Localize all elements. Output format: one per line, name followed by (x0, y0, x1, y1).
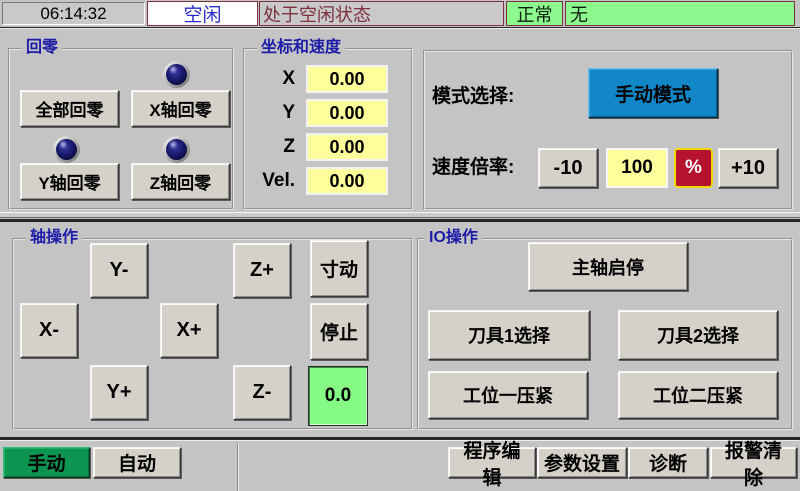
spindle-toggle-button[interactable]: 主轴启停 (528, 242, 688, 291)
manual-mode-button[interactable]: 手动模式 (588, 68, 718, 118)
percent-badge: % (674, 148, 713, 188)
x-minus-button[interactable]: X- (20, 303, 78, 358)
axis-panel-title: 轴操作 (26, 229, 82, 247)
section-separator-line (0, 219, 800, 222)
home-y-button[interactable]: Y轴回零 (20, 163, 119, 200)
param-settings-button[interactable]: 参数设置 (537, 447, 627, 478)
tool1-select-button[interactable]: 刀具1选择 (428, 310, 590, 360)
jog-step-value[interactable]: 0.0 (308, 366, 368, 426)
homing-panel-title: 回零 (22, 39, 62, 57)
home-x-button[interactable]: X轴回零 (131, 90, 230, 127)
alarm-clear-button[interactable]: 报警清除 (710, 447, 797, 478)
section-separator (0, 212, 800, 218)
station2-clamp-button[interactable]: 工位二压紧 (618, 371, 778, 419)
x-plus-button[interactable]: X+ (160, 303, 218, 358)
nav-separator (0, 437, 800, 441)
coords-panel-title: 坐标和速度 (257, 39, 345, 57)
z-plus-button[interactable]: Z+ (233, 243, 291, 298)
mode-select-label: 模式选择: (432, 82, 584, 106)
home-all-button[interactable]: 全部回零 (20, 90, 119, 127)
axis-label-vel: Vel. (245, 167, 301, 195)
axis-label-x: X (245, 65, 301, 93)
override-minus-button[interactable]: -10 (538, 148, 598, 188)
coord-value-y: 0.00 (306, 99, 388, 127)
home-z-button[interactable]: Z轴回零 (131, 163, 230, 200)
station1-clamp-button[interactable]: 工位一压紧 (428, 371, 588, 419)
axis-label-y: Y (245, 99, 301, 127)
io-panel-title: IO操作 (425, 229, 482, 247)
program-edit-button[interactable]: 程序编辑 (448, 447, 536, 478)
override-value: 100 (606, 148, 668, 188)
stop-button[interactable]: 停止 (310, 303, 368, 360)
state-message-box: 处于空闲状态 (259, 1, 504, 26)
axis-label-z: Z (245, 133, 301, 161)
y-homed-led-icon (53, 136, 80, 163)
diagnostics-button[interactable]: 诊断 (628, 447, 708, 478)
nav-divider-line (237, 443, 239, 491)
override-plus-button[interactable]: +10 (718, 148, 778, 188)
coord-value-z: 0.00 (306, 133, 388, 161)
tool2-select-button[interactable]: 刀具2选择 (618, 310, 778, 360)
y-minus-button[interactable]: Y- (90, 243, 148, 298)
alarm-state-box: 正常 (506, 1, 563, 26)
status-bar: 06:14:32 空闲 处于空闲状态 正常 无 (0, 0, 800, 27)
x-homed-led-icon (163, 61, 190, 88)
statusbar-divider (0, 27, 800, 29)
z-homed-led-icon (163, 136, 190, 163)
clock-display: 06:14:32 (2, 2, 145, 25)
y-plus-button[interactable]: Y+ (90, 365, 148, 420)
jog-mode-button[interactable]: 寸动 (310, 240, 368, 297)
z-minus-button[interactable]: Z- (233, 365, 291, 420)
coord-value-vel: 0.00 (306, 167, 388, 195)
coord-value-x: 0.00 (306, 65, 388, 93)
auto-tab[interactable]: 自动 (93, 447, 181, 478)
alarm-message-box: 无 (565, 1, 795, 26)
machine-state-box: 空闲 (147, 1, 258, 26)
manual-tab[interactable]: 手动 (3, 447, 90, 478)
